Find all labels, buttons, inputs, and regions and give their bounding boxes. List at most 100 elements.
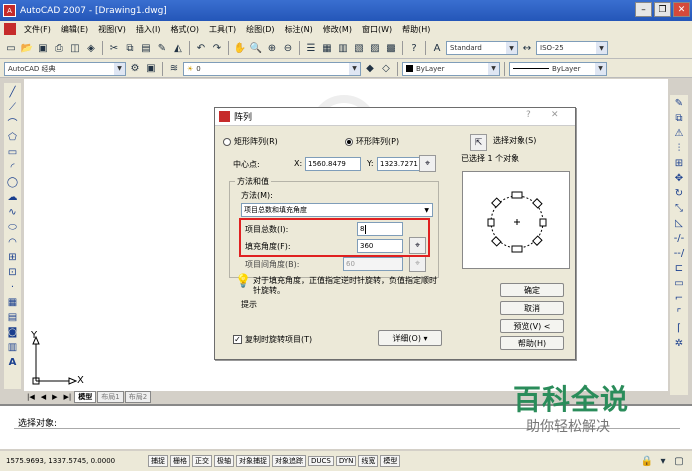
menu-window[interactable]: 窗口(W) bbox=[357, 24, 397, 35]
menu-draw[interactable]: 绘图(D) bbox=[241, 24, 279, 35]
status-menu-icon[interactable]: ▾ bbox=[656, 454, 670, 468]
publish-icon[interactable]: ◈ bbox=[84, 41, 98, 55]
break-icon[interactable]: ▭ bbox=[672, 276, 687, 290]
workspace-select[interactable]: AutoCAD 经典 ▼ bbox=[4, 61, 126, 76]
arc-icon[interactable]: ◜ bbox=[5, 160, 20, 174]
construction-line-icon[interactable]: ⟋ bbox=[5, 100, 20, 114]
scale-icon[interactable]: ⤡ bbox=[672, 201, 687, 215]
explode-icon[interactable]: ✲ bbox=[672, 336, 687, 350]
help-icon[interactable]: ? bbox=[407, 41, 421, 55]
menu-file[interactable]: 文件(F) bbox=[19, 24, 56, 35]
copy-icon[interactable]: ⧉ bbox=[123, 41, 137, 55]
color-select[interactable]: ByLayer ▼ bbox=[402, 61, 500, 76]
rectangle-icon[interactable]: ▭ bbox=[5, 145, 20, 159]
menu-view[interactable]: 视图(V) bbox=[93, 24, 131, 35]
snap-toggle[interactable]: 捕捉 bbox=[148, 455, 168, 467]
pick-between-angle-button[interactable]: ⌖ bbox=[409, 255, 426, 272]
help-button[interactable]: 帮助(H) bbox=[500, 336, 564, 350]
mirror-icon[interactable]: ⚠ bbox=[672, 126, 687, 140]
ok-button[interactable]: 确定 bbox=[500, 283, 564, 297]
tool-palettes-icon[interactable]: ▥ bbox=[336, 41, 350, 55]
copy-object-icon[interactable]: ⧉ bbox=[672, 111, 687, 125]
text-style-select[interactable]: Standard ▼ bbox=[446, 41, 518, 55]
rotate-items-checkbox[interactable]: ✓ 复制时旋转项目(T) bbox=[233, 334, 312, 345]
match-properties-icon[interactable]: ✎ bbox=[155, 41, 169, 55]
fillet-icon[interactable]: ⌈ bbox=[672, 321, 687, 335]
save-workspace-icon[interactable]: ▣ bbox=[144, 62, 158, 76]
chamfer-icon[interactable]: ⌜ bbox=[672, 306, 687, 320]
menu-format[interactable]: 格式(O) bbox=[165, 24, 204, 35]
break-at-point-icon[interactable]: ⊏ bbox=[672, 261, 687, 275]
preview-button[interactable]: 预览(V) < bbox=[500, 319, 564, 333]
region-icon[interactable]: ◙ bbox=[5, 325, 20, 339]
layer-previous-icon[interactable]: ◇ bbox=[379, 62, 393, 76]
calculator-icon[interactable]: ▩ bbox=[384, 41, 398, 55]
spline-icon[interactable]: ∿ bbox=[5, 205, 20, 219]
tab-nav-last[interactable]: ▶| bbox=[61, 393, 75, 401]
polyline-icon[interactable]: ⌒ bbox=[5, 115, 20, 130]
table-icon[interactable]: ▥ bbox=[5, 340, 20, 354]
open-icon[interactable]: 📂 bbox=[20, 41, 34, 55]
array-icon[interactable]: ⊞ bbox=[672, 156, 687, 170]
rect-array-radio[interactable]: 矩形阵列(R) bbox=[223, 136, 278, 147]
ducs-toggle[interactable]: DUCS bbox=[308, 456, 334, 466]
properties-icon[interactable]: ☰ bbox=[304, 41, 318, 55]
lock-icon[interactable]: 🔒 bbox=[640, 454, 654, 468]
move-icon[interactable]: ✥ bbox=[672, 171, 687, 185]
line-icon[interactable]: ╱ bbox=[5, 85, 20, 99]
join-icon[interactable]: ⌐ bbox=[672, 291, 687, 305]
pan-icon[interactable]: ✋ bbox=[233, 41, 247, 55]
new-icon[interactable]: ▭ bbox=[4, 41, 18, 55]
sheet-set-icon[interactable]: ▧ bbox=[352, 41, 366, 55]
clean-screen-icon[interactable]: ▢ bbox=[672, 454, 686, 468]
close-button[interactable]: ✕ bbox=[673, 2, 690, 17]
paste-icon[interactable]: ▤ bbox=[139, 41, 153, 55]
layer-select[interactable]: ☀ 0 ▼ bbox=[183, 61, 361, 76]
circle-icon[interactable]: ◯ bbox=[5, 175, 20, 189]
menu-tools[interactable]: 工具(T) bbox=[204, 24, 241, 35]
print-icon[interactable]: ⎙ bbox=[52, 41, 66, 55]
polar-toggle[interactable]: 极轴 bbox=[214, 455, 234, 467]
otrack-toggle[interactable]: 对象追踪 bbox=[272, 455, 306, 467]
polar-array-radio[interactable]: 环形阵列(P) bbox=[345, 136, 399, 147]
erase-icon[interactable]: ✎ bbox=[672, 96, 687, 110]
select-objects-button[interactable]: ⇱ bbox=[470, 134, 487, 151]
cancel-button[interactable]: 取消 bbox=[500, 301, 564, 315]
block-editor-icon[interactable]: ◭ bbox=[171, 41, 185, 55]
preview-icon[interactable]: ◫ bbox=[68, 41, 82, 55]
tab-nav-first[interactable]: |◀ bbox=[24, 393, 38, 401]
grid-toggle[interactable]: 栅格 bbox=[170, 455, 190, 467]
zoom-previous-icon[interactable]: ⊖ bbox=[281, 41, 295, 55]
dialog-help-icon[interactable]: ? bbox=[526, 110, 531, 120]
center-x-field[interactable]: 1560.8479 bbox=[305, 157, 361, 171]
cut-icon[interactable]: ✂ bbox=[107, 41, 121, 55]
zoom-window-icon[interactable]: ⊕ bbox=[265, 41, 279, 55]
menu-dimension[interactable]: 标注(N) bbox=[280, 24, 318, 35]
tab-layout2[interactable]: 布局2 bbox=[124, 390, 152, 403]
zoom-realtime-icon[interactable]: 🔍 bbox=[249, 41, 263, 55]
osnap-toggle[interactable]: 对象捕捉 bbox=[236, 455, 270, 467]
menu-edit[interactable]: 编辑(E) bbox=[56, 24, 93, 35]
method-select[interactable]: 项目总数和填充角度 ▼ bbox=[241, 203, 433, 217]
angle-between-field[interactable]: 60 bbox=[343, 257, 403, 271]
layer-manager-icon[interactable]: ≋ bbox=[167, 62, 181, 76]
menu-help[interactable]: 帮助(H) bbox=[397, 24, 435, 35]
model-toggle[interactable]: 模型 bbox=[380, 455, 401, 467]
tab-nav-prev[interactable]: ◀ bbox=[38, 393, 49, 401]
lineweight-toggle[interactable]: 线宽 bbox=[358, 455, 379, 467]
tab-model[interactable]: 模型 bbox=[74, 390, 97, 403]
redo-icon[interactable]: ↷ bbox=[210, 41, 224, 55]
extend-icon[interactable]: --/ bbox=[672, 246, 687, 260]
ellipse-icon[interactable]: ⬭ bbox=[5, 220, 20, 234]
dim-style-select[interactable]: ISO-25 ▼ bbox=[536, 41, 608, 55]
linetype-select[interactable]: ByLayer ▼ bbox=[509, 61, 607, 76]
revision-cloud-icon[interactable]: ☁ bbox=[5, 190, 20, 204]
make-block-icon[interactable]: ⊡ bbox=[5, 265, 20, 279]
markup-icon[interactable]: ▨ bbox=[368, 41, 382, 55]
hatch-icon[interactable]: ▦ bbox=[5, 295, 20, 309]
stretch-icon[interactable]: ◺ bbox=[672, 216, 687, 230]
mtext-icon[interactable]: A bbox=[5, 355, 20, 369]
tab-nav-next[interactable]: ▶ bbox=[49, 393, 60, 401]
point-icon[interactable]: · bbox=[5, 280, 20, 294]
dyn-toggle[interactable]: DYN bbox=[335, 456, 357, 466]
